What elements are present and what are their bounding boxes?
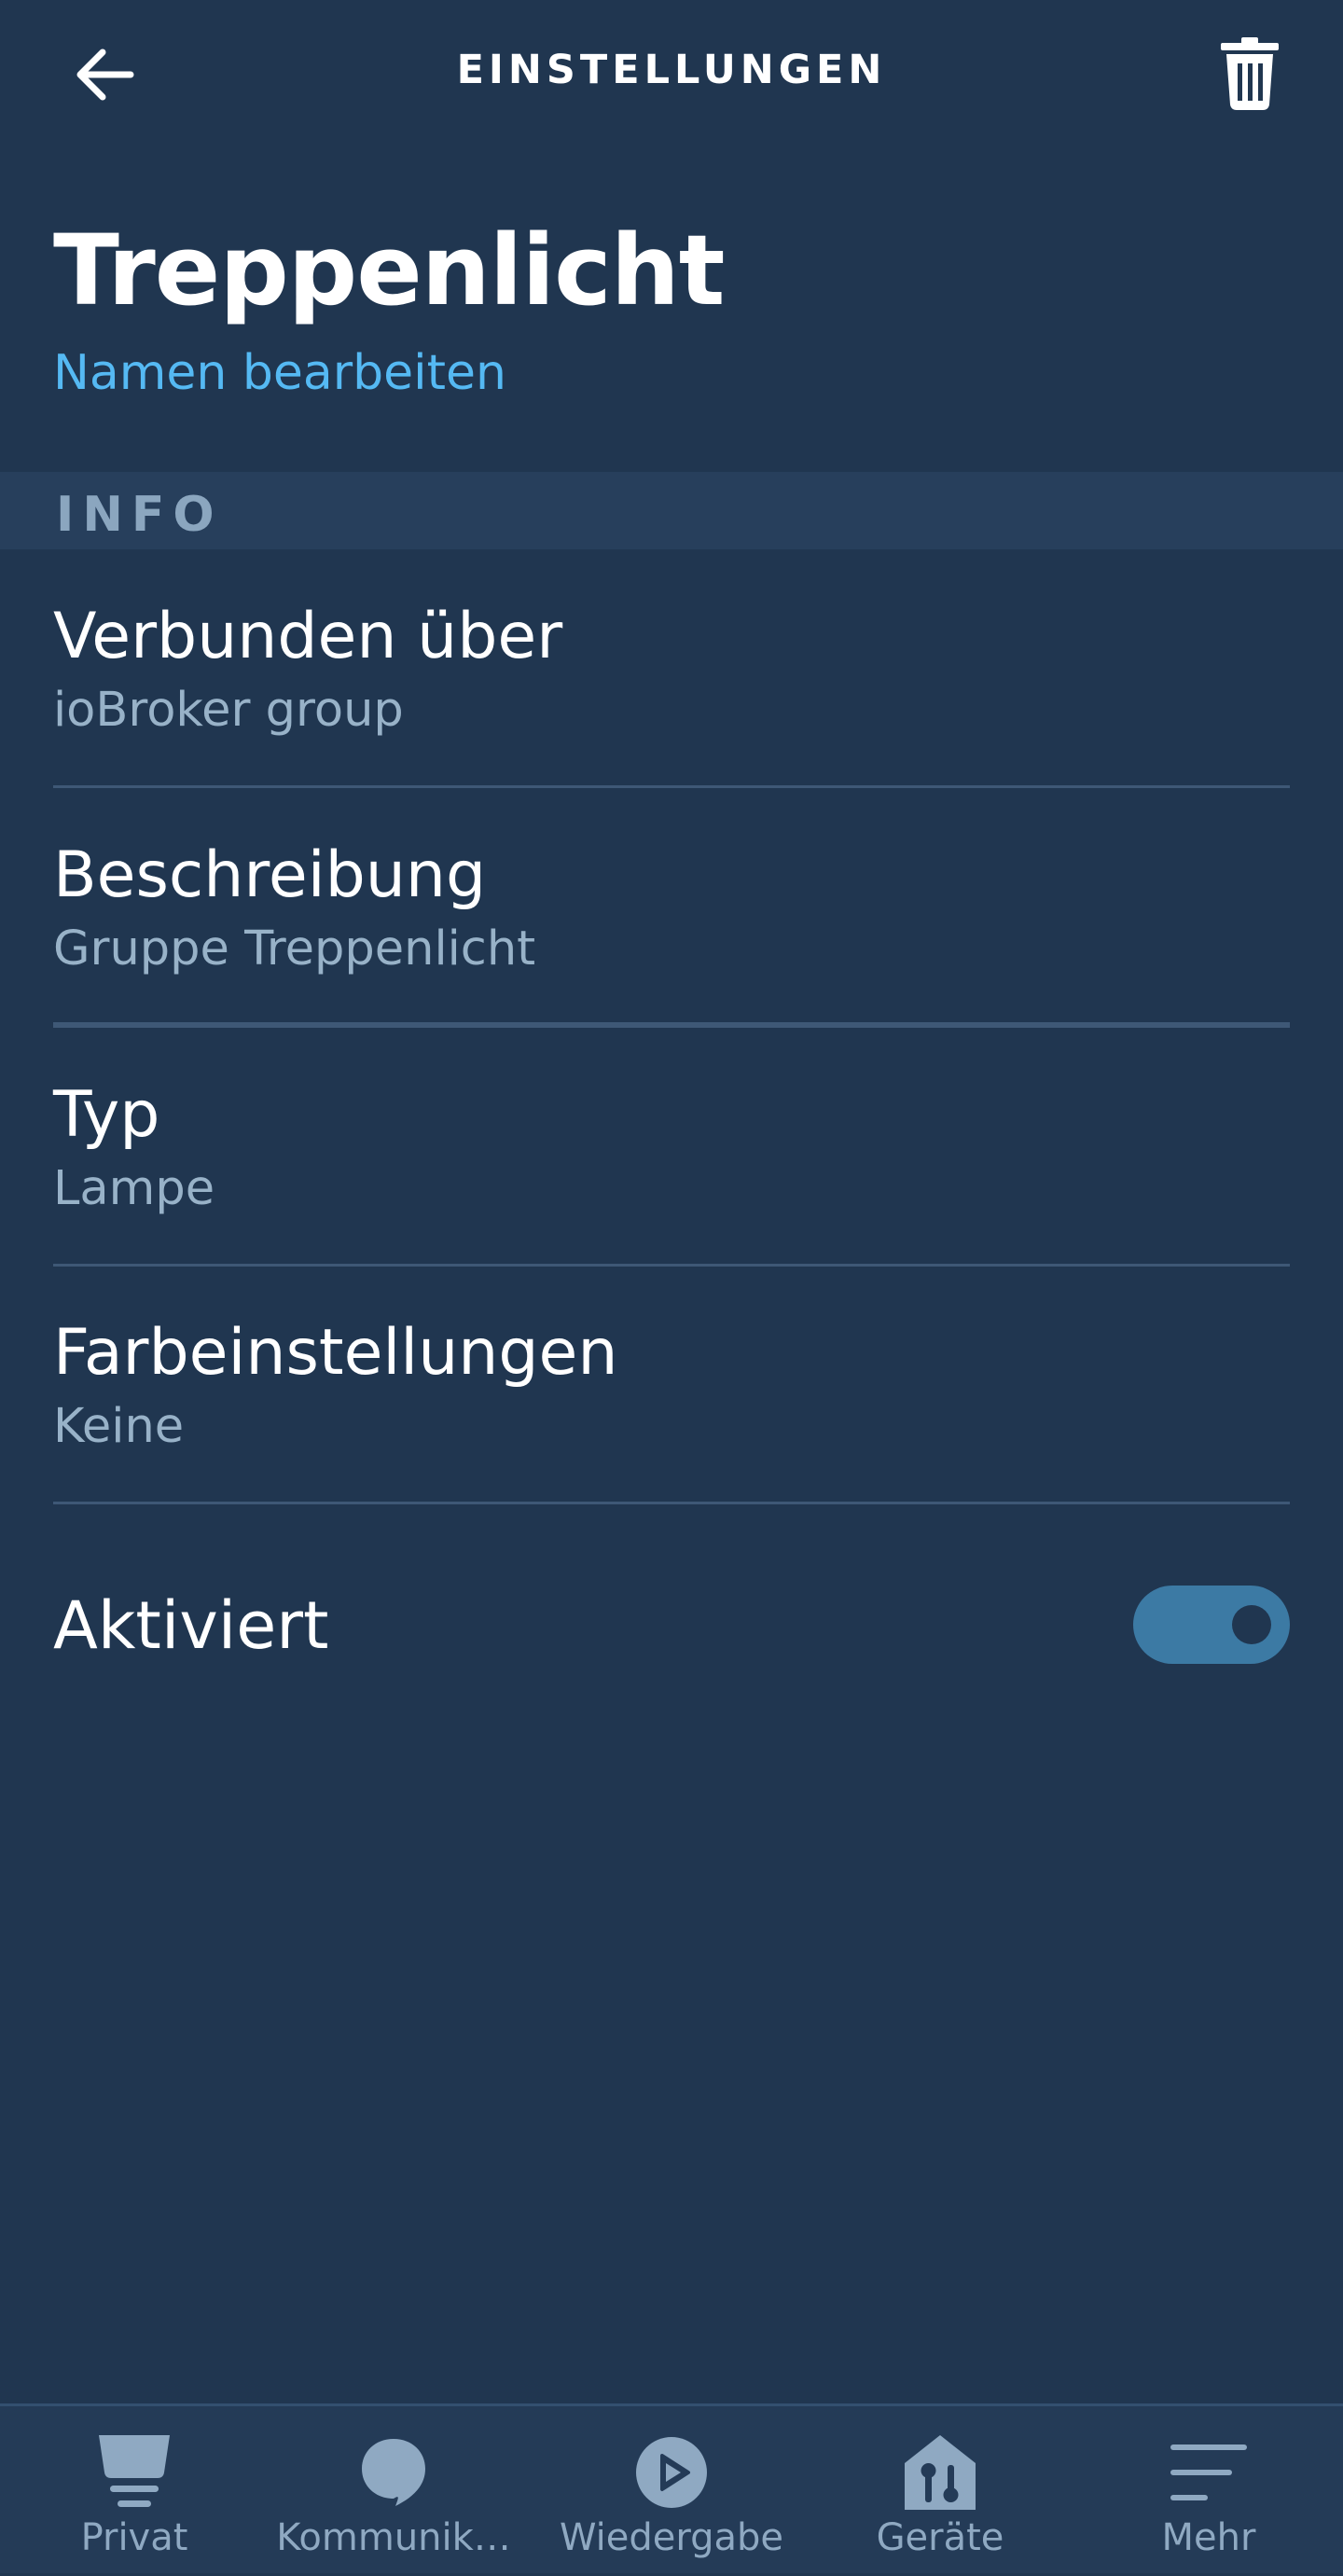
nav-item-devices[interactable]: Geräte <box>806 2406 1074 2576</box>
page-title: EINSTELLUNGEN <box>456 47 887 93</box>
nav-label: Geräte <box>876 2516 1004 2559</box>
info-section-label: INFO <box>56 487 223 543</box>
info-row-connected-via[interactable]: Verbunden über ioBroker group <box>53 549 1290 787</box>
info-row-description[interactable]: Beschreibung Gruppe Treppenlicht <box>53 788 1290 1026</box>
nav-item-privat[interactable]: Privat <box>0 2406 269 2576</box>
nav-label: Kommunik… <box>276 2516 511 2559</box>
row-value: Lampe <box>53 1161 215 1216</box>
nav-item-playback[interactable]: Wiedergabe <box>537 2406 806 2576</box>
row-value: Gruppe Treppenlicht <box>53 921 536 976</box>
row-label: Verbunden über <box>53 600 563 673</box>
smart-home-icon <box>898 2431 982 2514</box>
info-row-type[interactable]: Typ Lampe <box>53 1028 1290 1266</box>
nav-label: Mehr <box>1161 2516 1256 2559</box>
trash-icon <box>1221 37 1279 110</box>
row-value: ioBroker group <box>53 683 404 738</box>
top-app-bar: EINSTELLUNGEN <box>0 0 1343 145</box>
toggle-knob <box>1232 1605 1271 1644</box>
menu-icon <box>1167 2431 1251 2514</box>
home-feed-icon <box>92 2431 176 2514</box>
speech-bubble-icon <box>352 2431 436 2514</box>
row-value: Keine <box>53 1399 185 1454</box>
edit-name-link[interactable]: Namen bearbeiten <box>53 343 506 403</box>
divider <box>53 1502 1290 1504</box>
nav-item-communication[interactable]: Kommunik… <box>259 2406 528 2576</box>
nav-label: Wiedergabe <box>559 2516 784 2559</box>
row-label: Typ <box>53 1078 160 1152</box>
enabled-toggle[interactable] <box>1133 1586 1290 1664</box>
play-icon <box>630 2431 713 2514</box>
row-label: Farbeinstellungen <box>53 1316 618 1390</box>
nav-item-more[interactable]: Mehr <box>1074 2406 1343 2576</box>
row-label: Beschreibung <box>53 838 487 912</box>
enabled-row: Aktiviert <box>53 1548 1290 1702</box>
bottom-nav: Privat Kommunik… Wiedergabe Geräte Mehr <box>0 2403 1343 2573</box>
info-section-header: INFO <box>0 472 1343 549</box>
info-row-color-settings[interactable]: Farbeinstellungen Keine <box>53 1266 1290 1503</box>
nav-label: Privat <box>80 2516 188 2559</box>
enabled-label: Aktiviert <box>53 1587 329 1664</box>
delete-button[interactable] <box>1212 34 1287 114</box>
device-name: Treppenlicht <box>53 214 726 327</box>
